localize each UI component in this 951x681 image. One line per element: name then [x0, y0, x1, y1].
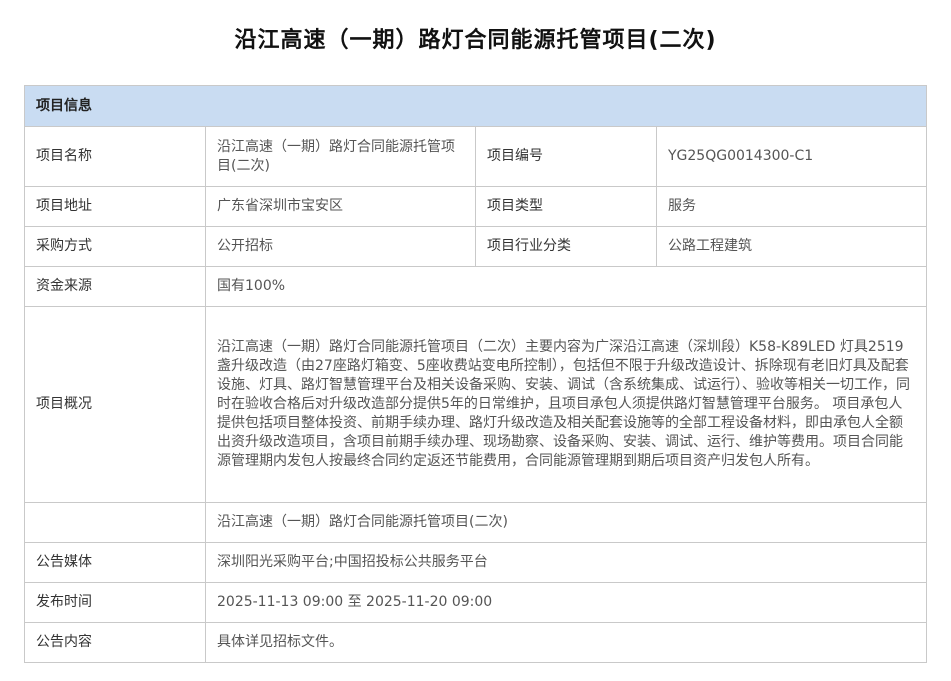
media-label: 公告媒体: [24, 542, 206, 583]
procurement-method-label: 采购方式: [24, 226, 206, 267]
content-value: 具体详见招标文件。: [205, 622, 927, 663]
table-row: 项目名称 沿江高速（一期）路灯合同能源托管项目(二次) 项目编号 YG25QG0…: [24, 126, 927, 187]
procurement-method-value: 公开招标: [205, 226, 476, 267]
table-row: 资金来源 国有100%: [24, 266, 927, 307]
project-code-label: 项目编号: [475, 126, 657, 187]
repeat-project-name: 沿江高速（一期）路灯合同能源托管项目(二次): [205, 502, 927, 543]
table-row: 采购方式 公开招标 项目行业分类 公路工程建筑: [24, 226, 927, 267]
project-name-label: 项目名称: [24, 126, 206, 187]
summary-value: 沿江高速（一期）路灯合同能源托管项目（二次）主要内容为广深沿江高速（深圳段）K5…: [205, 306, 927, 503]
table-row: 公告媒体 深圳阳光采购平台;中国招投标公共服务平台: [24, 542, 927, 583]
funding-value: 国有100%: [205, 266, 927, 307]
project-name-value: 沿江高速（一期）路灯合同能源托管项目(二次): [205, 126, 476, 187]
project-type-label: 项目类型: [475, 186, 657, 227]
table-row: 项目地址 广东省深圳市宝安区 项目类型 服务: [24, 186, 927, 227]
publish-time-label: 发布时间: [24, 582, 206, 623]
blank-label: [24, 502, 206, 543]
publish-time-value: 2025-11-13 09:00 至 2025-11-20 09:00: [205, 582, 927, 623]
table-row: 沿江高速（一期）路灯合同能源托管项目(二次): [24, 502, 927, 543]
content-label: 公告内容: [24, 622, 206, 663]
section-header: 项目信息: [24, 85, 927, 127]
summary-label: 项目概况: [24, 306, 206, 503]
media-value: 深圳阳光采购平台;中国招投标公共服务平台: [205, 542, 927, 583]
table-row: 项目概况 沿江高速（一期）路灯合同能源托管项目（二次）主要内容为广深沿江高速（深…: [24, 306, 927, 503]
section-header-row: 项目信息: [24, 85, 927, 127]
table-row: 公告内容 具体详见招标文件。: [24, 622, 927, 663]
project-info-table: 项目信息 项目名称 沿江高速（一期）路灯合同能源托管项目(二次) 项目编号 YG…: [24, 85, 927, 663]
project-address-value: 广东省深圳市宝安区: [205, 186, 476, 227]
industry-label: 项目行业分类: [475, 226, 657, 267]
project-type-value: 服务: [656, 186, 927, 227]
industry-value: 公路工程建筑: [656, 226, 927, 267]
funding-label: 资金来源: [24, 266, 206, 307]
project-code-value: YG25QG0014300-C1: [656, 126, 927, 187]
page-title: 沿江高速（一期）路灯合同能源托管项目(二次): [234, 28, 717, 53]
project-address-label: 项目地址: [24, 186, 206, 227]
table-row: 发布时间 2025-11-13 09:00 至 2025-11-20 09:00: [24, 582, 927, 623]
